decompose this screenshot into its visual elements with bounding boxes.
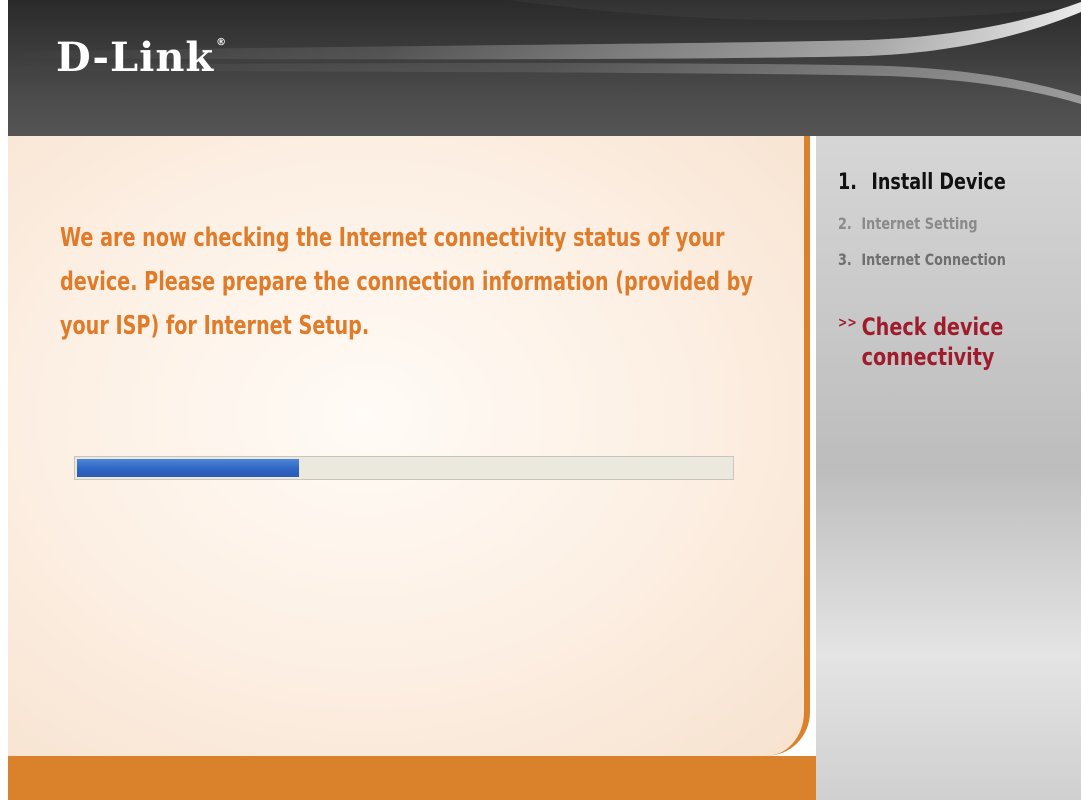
step-number: 3. [838, 250, 852, 269]
progress-fill [77, 459, 300, 477]
step-label: Internet Connection [861, 250, 1006, 269]
setup-wizard-window: D-Link ® We are now checking the Internet… [0, 0, 1081, 800]
current-substep-label: Check device connectivity [862, 312, 1004, 372]
step-item-internet-connection: 3. Internet Connection [838, 250, 1006, 269]
double-chevron-icon: >> [838, 314, 857, 331]
step-label: Internet Setting [861, 214, 978, 233]
header-banner: D-Link ® [8, 0, 1081, 136]
progress-track [77, 459, 731, 477]
current-substep-line-2: connectivity [861, 343, 995, 371]
main-content-panel: We are now checking the Internet connect… [8, 136, 810, 756]
status-message: We are now checking the Internet connect… [60, 223, 753, 341]
step-number: 2. [838, 214, 852, 233]
step-item-internet-setting: 2. Internet Setting [838, 214, 978, 233]
current-substep: >> Check device connectivity [838, 312, 1003, 372]
registered-mark: ® [216, 37, 228, 48]
step-number: 1. [838, 170, 857, 195]
step-item-install-device: 1. Install Device [838, 170, 1006, 195]
logo-text: D-Link [56, 34, 215, 81]
dlink-logo: D-Link ® [56, 38, 227, 78]
footer-band [8, 756, 816, 800]
steps-sidebar: 1. Install Device 2. Internet Setting 3. In… [816, 136, 1081, 800]
step-label: Install Device [871, 170, 1006, 195]
connectivity-progress-bar [74, 456, 734, 480]
current-substep-line-1: Check device [861, 313, 1004, 341]
